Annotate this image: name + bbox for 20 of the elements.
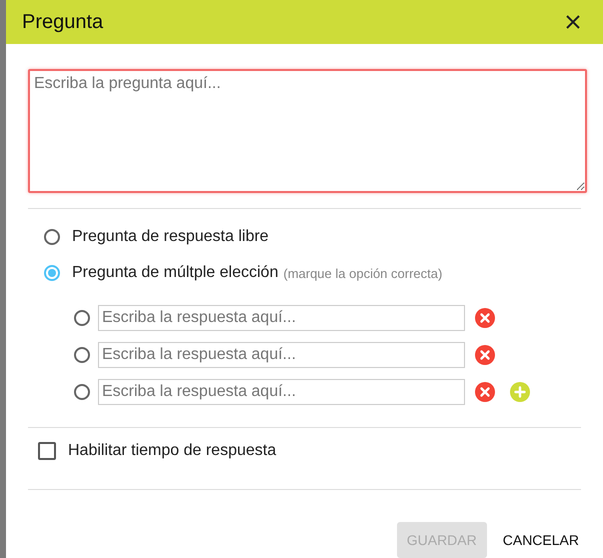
remove-icon[interactable] (475, 382, 495, 402)
radio-button[interactable] (44, 229, 60, 245)
option-label: Pregunta de respuesta libre (72, 228, 269, 246)
answer-field[interactable]: Escriba la respuesta aquí... (98, 342, 465, 368)
radio-button[interactable] (74, 310, 90, 326)
radio-button[interactable] (44, 265, 60, 281)
dialog-title: Pregunta (22, 10, 104, 34)
remove-icon[interactable] (475, 344, 495, 364)
answer-field[interactable]: Escriba la respuesta aquí... (98, 304, 465, 330)
remove-icon[interactable] (475, 308, 495, 328)
radio-button[interactable] (74, 346, 90, 362)
question-field[interactable]: Escriba la pregunta aquí... (28, 69, 587, 193)
option-hint: (marque la opción correcta) (283, 266, 442, 280)
option-label: Pregunta de múltple elección (72, 264, 278, 282)
close-icon[interactable] (565, 14, 581, 30)
radio-button[interactable] (74, 384, 90, 400)
dialog-button[interactable]: CANCELAR (494, 522, 587, 558)
checkbox-label: Habilitar tiempo de respuesta (68, 442, 276, 460)
checkbox[interactable] (38, 442, 56, 460)
answer-field[interactable]: Escriba la respuesta aquí... (98, 378, 465, 404)
